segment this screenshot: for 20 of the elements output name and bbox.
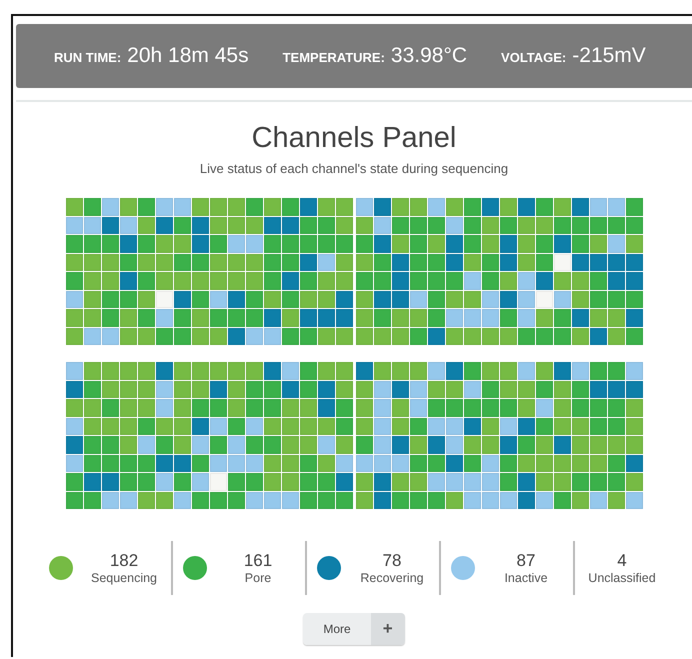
status-label: TEMPERATURE: <box>282 50 385 65</box>
status-label: VOLTAGE: <box>501 50 566 65</box>
status-label: Inactive <box>504 571 548 585</box>
status-value: 20h 18m 45s <box>127 44 249 68</box>
panel-subtitle: Live status of each channel's state during sequencing <box>198 161 510 176</box>
channel-count: 78 <box>382 551 402 571</box>
panel-title: Channels Panel <box>250 122 458 155</box>
status-value: -215mV <box>572 44 646 68</box>
status-value: 33.98°C <box>390 44 468 68</box>
channel-count: 182 <box>110 551 138 571</box>
status-label: Recovering <box>360 571 424 585</box>
more-button[interactable]: More <box>303 613 371 645</box>
channel-count: 161 <box>244 551 272 571</box>
status-label: Unclassified <box>588 571 656 585</box>
channel-count: 87 <box>516 551 536 571</box>
channel-count: 4 <box>617 551 627 571</box>
status-label: Pore <box>244 571 272 585</box>
status-label: Sequencing <box>90 571 158 585</box>
status-label: RUN TIME: <box>54 50 122 65</box>
expand-button[interactable]: + <box>370 613 405 645</box>
